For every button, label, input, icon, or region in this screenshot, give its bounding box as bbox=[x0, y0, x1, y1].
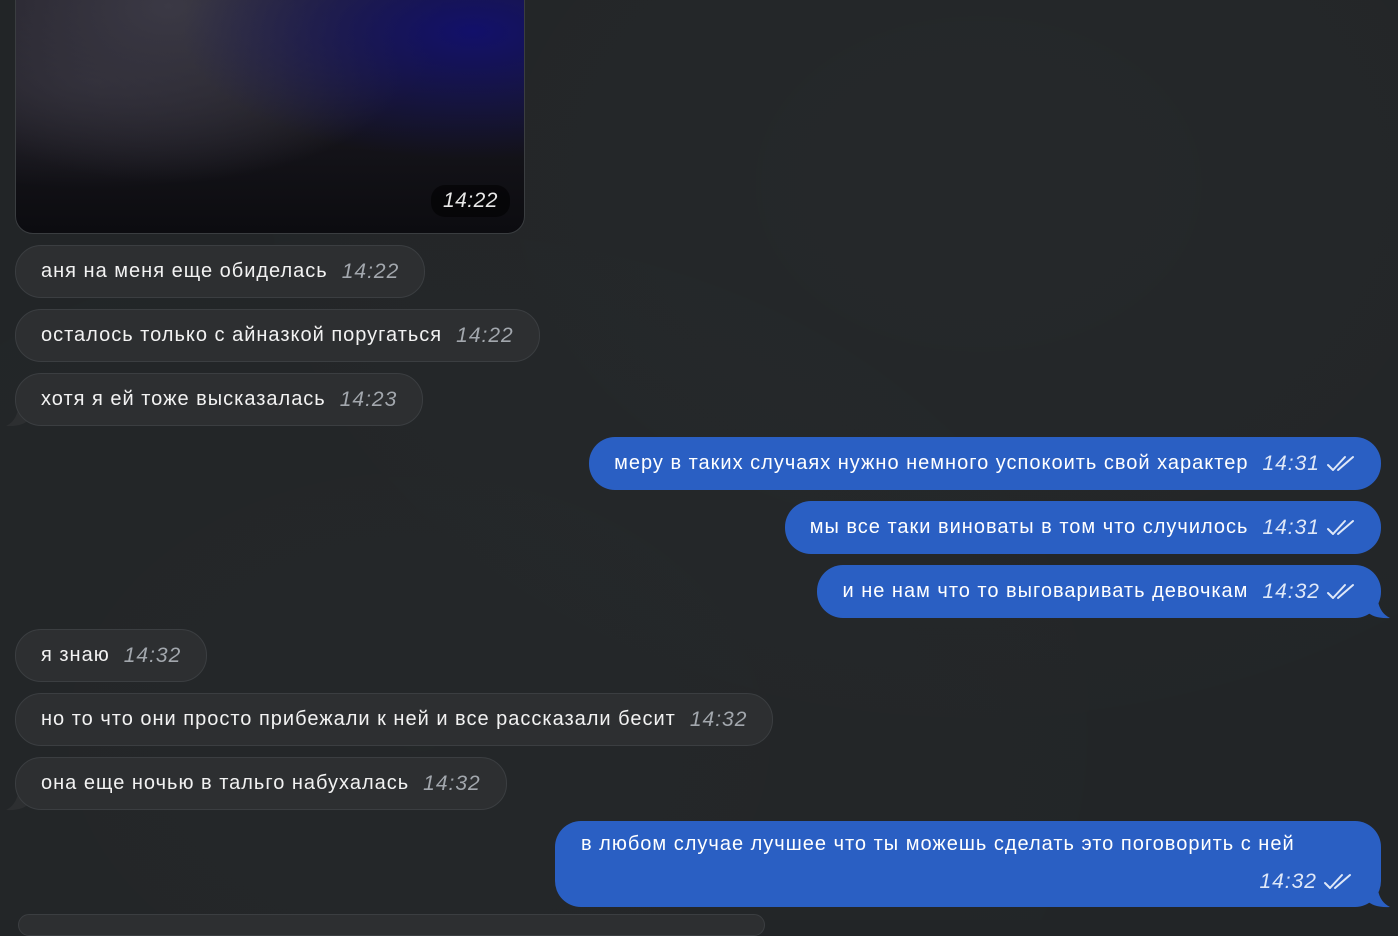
message-time: 14:31 bbox=[1262, 451, 1320, 475]
incoming-message[interactable]: аня на меня еще обиделась 14:22 bbox=[15, 245, 426, 298]
message-text: аня на меня еще обиделась bbox=[41, 260, 328, 282]
message-text: я знаю bbox=[41, 644, 110, 666]
message-meta: 14:32 bbox=[1259, 870, 1353, 894]
double-check-icon bbox=[1327, 455, 1354, 471]
incoming-message[interactable] bbox=[18, 914, 765, 936]
incoming-message[interactable]: но то что они просто прибежали к ней и в… bbox=[15, 693, 774, 746]
outgoing-message[interactable]: мы все таки виноваты в том что случилось… bbox=[784, 501, 1381, 554]
double-check-icon bbox=[1327, 583, 1354, 599]
message-text: и не нам что то выговаривать девочкам bbox=[842, 580, 1249, 602]
outgoing-message[interactable]: меру в таких случаях нужно немного успок… bbox=[589, 437, 1381, 490]
incoming-message[interactable]: она еще ночью в тальго набухалась 14:32 bbox=[15, 757, 507, 810]
message-time: 14:31 bbox=[1262, 515, 1320, 539]
message-list[interactable]: 14:22 аня на меня еще обиделась 14:22 ос… bbox=[0, 0, 1398, 936]
message-time: 14:32 bbox=[1259, 870, 1317, 893]
message-text: хотя я ей тоже высказалась bbox=[41, 388, 326, 410]
message-time: 14:22 bbox=[430, 185, 510, 217]
incoming-message[interactable]: я знаю 14:32 bbox=[15, 629, 208, 682]
message-time: 14:32 bbox=[123, 643, 182, 667]
message-text: но то что они просто прибежали к ней и в… bbox=[41, 708, 676, 730]
double-check-icon bbox=[1327, 519, 1354, 535]
message-text: она еще ночью в тальго набухалась bbox=[41, 772, 410, 794]
double-check-icon bbox=[1324, 874, 1351, 889]
message-text: мы все таки виноваты в том что случилось bbox=[809, 516, 1249, 538]
message-time: 14:32 bbox=[1262, 579, 1320, 603]
incoming-message[interactable]: хотя я ей тоже высказалась 14:23 bbox=[15, 373, 424, 426]
message-time: 14:22 bbox=[341, 259, 400, 283]
message-time: 14:32 bbox=[689, 707, 748, 731]
incoming-message[interactable]: осталось только с айназкой поругаться 14… bbox=[15, 309, 540, 362]
outgoing-message[interactable]: в любом случае лучшее что ты можешь сдел… bbox=[555, 821, 1381, 907]
outgoing-message[interactable]: и не нам что то выговаривать девочкам 14… bbox=[817, 565, 1381, 618]
message-text: меру в таких случаях нужно немного успок… bbox=[614, 452, 1249, 474]
message-text: в любом случае лучшее что ты можешь сдел… bbox=[581, 833, 1295, 855]
message-time: 14:22 bbox=[456, 323, 514, 347]
message-time: 14:23 bbox=[339, 387, 398, 411]
photo-message[interactable]: 14:22 bbox=[15, 0, 525, 234]
message-text: осталось только с айназкой поругаться bbox=[41, 324, 443, 346]
message-time: 14:32 bbox=[423, 771, 481, 795]
